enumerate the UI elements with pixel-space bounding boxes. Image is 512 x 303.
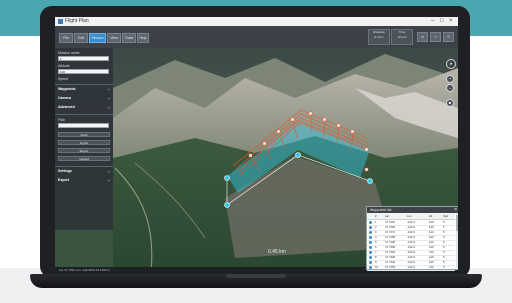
boundary-vertex[interactable] bbox=[295, 152, 301, 158]
settings-button[interactable]: ⚙ bbox=[417, 32, 428, 42]
help-button[interactable]: ? bbox=[430, 32, 441, 42]
section-title: Export bbox=[58, 178, 70, 182]
chevron-down-icon: ˅ bbox=[107, 178, 110, 183]
waypoint-dot-icon bbox=[369, 226, 372, 229]
stat-value: 2.4 km bbox=[374, 34, 384, 39]
column-header[interactable]: Spd bbox=[443, 213, 448, 219]
clear-button[interactable]: Clear bbox=[58, 132, 110, 137]
toolbar-button[interactable]: View bbox=[107, 33, 121, 43]
close-icon[interactable]: × bbox=[449, 18, 453, 25]
field-label: Path bbox=[58, 118, 66, 122]
toolbar-button[interactable]: File bbox=[59, 33, 73, 43]
stat-value: 12 min bbox=[397, 34, 407, 39]
waypoints-window: Waypoints list × # Lat Lon Alt Spd 1 47.7… bbox=[366, 206, 458, 271]
stat-box: Time 12 min bbox=[391, 29, 413, 45]
scrollbar-thumb[interactable] bbox=[456, 215, 458, 231]
table-cell: 120 bbox=[429, 265, 434, 269]
window-title: Flight Plan bbox=[65, 18, 89, 24]
section-title: Settings bbox=[58, 169, 72, 173]
section-header[interactable]: Settings ˅ bbox=[58, 169, 110, 174]
table-cell: 47.7353 bbox=[385, 265, 396, 269]
altitude-input[interactable]: 120 bbox=[58, 69, 109, 74]
title-bar: Flight Plan – □ × bbox=[55, 17, 458, 26]
map-scale-label: 0.45 km bbox=[268, 249, 286, 255]
column-header[interactable]: # bbox=[375, 213, 377, 219]
chevron-down-icon: ˅ bbox=[107, 87, 110, 92]
divider bbox=[55, 166, 113, 167]
toolbar-button[interactable]: Help bbox=[137, 33, 149, 43]
laptop-notch bbox=[226, 274, 286, 278]
table-row[interactable]: 10 47.7353 -122.9 120 5 bbox=[367, 265, 455, 271]
compass-icon[interactable]: ➤ bbox=[446, 59, 456, 69]
section-header[interactable]: Advanced ˅ bbox=[58, 105, 110, 110]
import-button[interactable]: Import bbox=[58, 140, 110, 145]
section-title: Advanced bbox=[58, 105, 75, 109]
mission-name-input[interactable]: 1 bbox=[58, 56, 109, 61]
table-cell: -122.9 bbox=[407, 265, 415, 269]
waypoint-dot-icon bbox=[369, 241, 372, 244]
scrollbar[interactable] bbox=[456, 213, 458, 268]
waypoint-dot-icon bbox=[369, 261, 372, 264]
field-label: Mission name bbox=[58, 51, 80, 55]
toolbar-button-active[interactable]: Mission bbox=[89, 33, 106, 43]
column-header[interactable]: Lon bbox=[407, 213, 412, 219]
layers-icon[interactable]: ■ bbox=[446, 99, 454, 107]
waypoint-dot-icon bbox=[369, 246, 372, 249]
chevron-down-icon: ˅ bbox=[107, 105, 110, 110]
toolbar: File Edit Mission View Tools Help Distan… bbox=[55, 26, 458, 48]
zoom-out-icon[interactable]: – bbox=[446, 84, 454, 92]
column-header[interactable]: Lat bbox=[385, 213, 389, 219]
minimize-icon[interactable]: – bbox=[431, 18, 434, 25]
boundary-vertex[interactable] bbox=[224, 175, 230, 181]
stat-box: Distance 2.4 km bbox=[368, 29, 390, 45]
section-title: Waypoints bbox=[58, 87, 76, 91]
upload-button[interactable]: Upload bbox=[58, 156, 110, 161]
waypoint-dot-icon bbox=[369, 266, 372, 269]
waypoint-dot-icon bbox=[369, 231, 372, 234]
column-header[interactable]: Alt bbox=[429, 213, 432, 219]
toolbar-button[interactable]: Edit bbox=[74, 33, 88, 43]
section-title: Camera bbox=[58, 96, 71, 100]
section-header[interactable]: Export ˅ bbox=[58, 178, 110, 183]
export-button[interactable]: Export bbox=[58, 148, 110, 153]
boundary-vertex[interactable] bbox=[367, 178, 373, 184]
boundary-vertex[interactable] bbox=[224, 202, 230, 208]
app-window: Flight Plan – □ × File Edit Mission View… bbox=[55, 17, 458, 274]
maximize-icon[interactable]: □ bbox=[440, 18, 444, 25]
waypoint-dot-icon bbox=[369, 236, 372, 239]
waypoint-dot-icon bbox=[369, 256, 372, 259]
field-label: Altitude bbox=[58, 64, 70, 68]
waypoints-table-header: # Lat Lon Alt Spd bbox=[367, 213, 455, 220]
section-header[interactable]: Waypoints ˅ bbox=[58, 87, 110, 92]
table-cell: 10 bbox=[375, 265, 379, 269]
path-input[interactable] bbox=[58, 123, 109, 128]
status-text: Lat 47.7251 Lon -122.9012 Alt 1024 m bbox=[59, 268, 111, 272]
section-header[interactable]: Camera ˅ bbox=[58, 96, 110, 101]
table-cell: 5 bbox=[443, 265, 445, 269]
toolbar-button[interactable]: Tools bbox=[122, 33, 136, 43]
zoom-in-icon[interactable]: + bbox=[446, 75, 454, 83]
waypoint-dot-icon bbox=[369, 221, 372, 224]
waypoint-dot-icon bbox=[369, 251, 372, 254]
chevron-down-icon: ˅ bbox=[107, 96, 110, 101]
app-icon bbox=[58, 19, 63, 24]
mission-side-panel: Mission name 1 Altitude 120 Speed Waypoi… bbox=[55, 48, 113, 230]
divider bbox=[55, 114, 113, 115]
field-label: Speed bbox=[58, 77, 69, 81]
divider bbox=[55, 84, 113, 85]
chevron-down-icon: ˅ bbox=[107, 169, 110, 174]
menu-button[interactable]: ☰ bbox=[443, 32, 454, 42]
